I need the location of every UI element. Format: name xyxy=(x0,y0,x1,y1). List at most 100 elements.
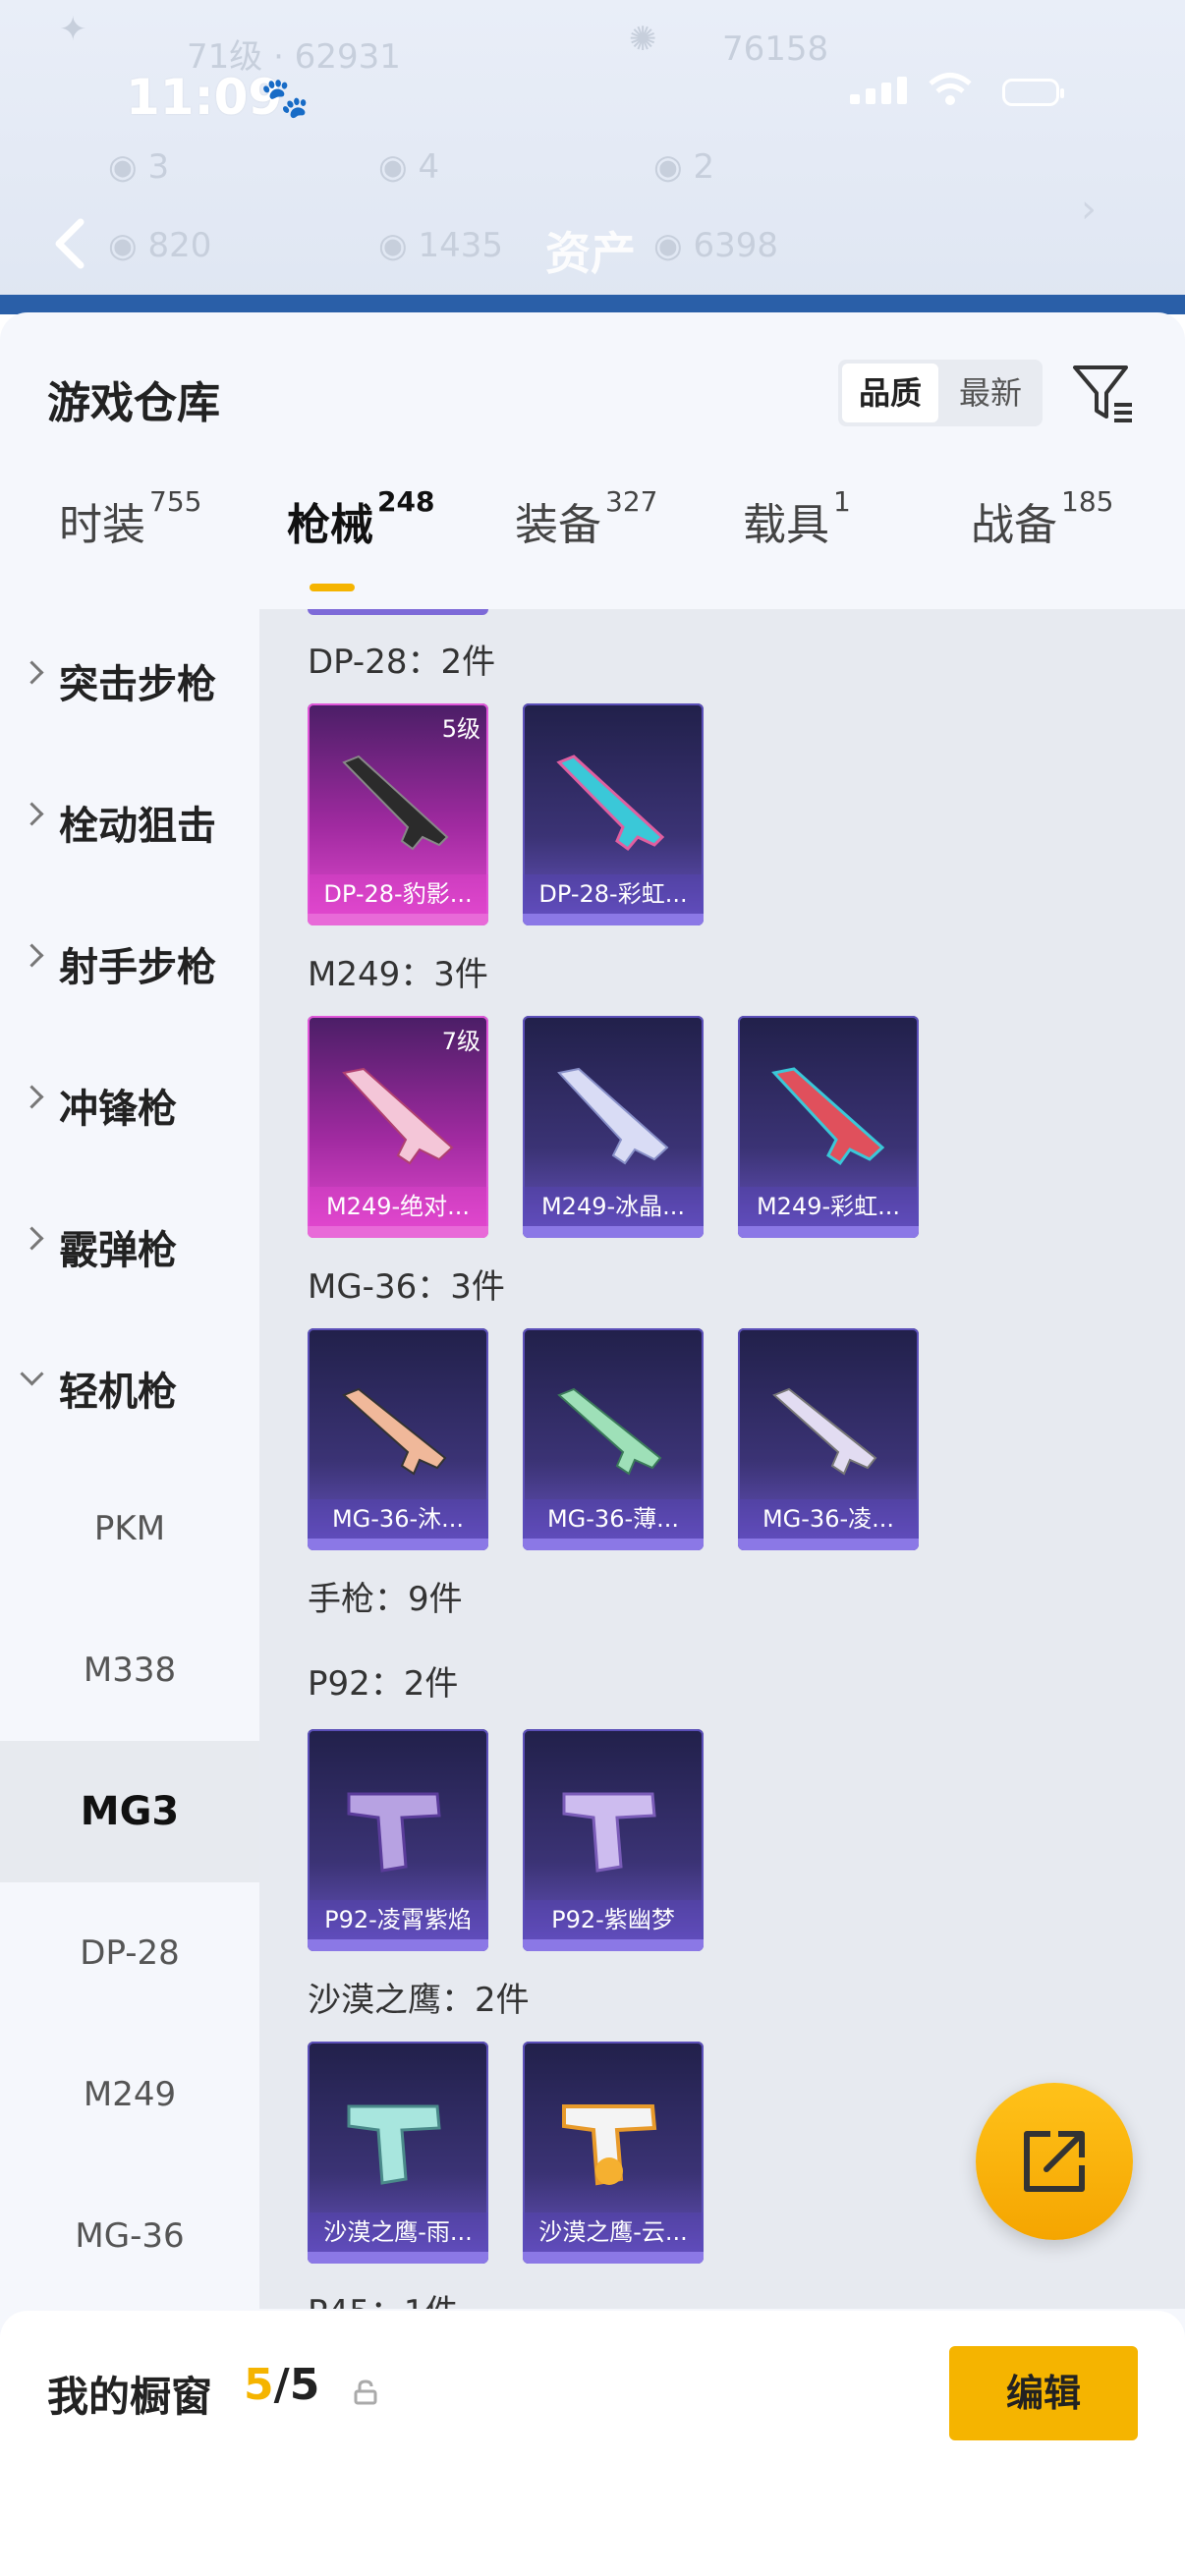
showcase-current: 5 xyxy=(244,2360,274,2410)
weapon-name: M249-绝对... xyxy=(308,1187,488,1226)
weapon-name: P92-凌霄紫焰 xyxy=(308,1900,488,1939)
sidebar-subitem-mg3[interactable]: MG3 xyxy=(0,1741,259,1882)
rifle-icon xyxy=(342,755,449,851)
weapon-name: M249-彩虹... xyxy=(738,1187,919,1226)
sidebar-subitem-m249[interactable]: M249 xyxy=(0,2024,259,2165)
rarity-band xyxy=(308,914,488,925)
chevron-right-icon xyxy=(20,1226,44,1251)
rifle-icon xyxy=(557,1387,662,1476)
rarity-band xyxy=(738,1539,919,1550)
showcase-count: 5/5 xyxy=(244,2360,319,2410)
rarity-band xyxy=(523,914,704,925)
weapon-name: M249-冰晶... xyxy=(523,1187,704,1226)
weapon-card[interactable]: P92-凌霄紫焰 xyxy=(308,1729,488,1951)
pistol-icon xyxy=(562,2104,657,2186)
blurred-stat: 76158 xyxy=(722,29,829,69)
rifle-icon xyxy=(556,755,665,852)
weapon-card[interactable]: 7级 M249-绝对... xyxy=(308,1016,488,1238)
lock-icon xyxy=(354,2380,377,2405)
blurred-stat: ◉ 4 xyxy=(378,147,440,187)
blurred-stat: ◉ 1435 xyxy=(378,226,504,265)
pistol-icon xyxy=(562,1792,656,1873)
weapon-list: DP-28：2件 5级 DP-28-豹影... DP-28-彩虹... M249… xyxy=(259,609,1185,2309)
paw-icon: 🐾 xyxy=(260,76,310,121)
header-title: 资产 xyxy=(545,227,636,280)
rarity-band xyxy=(523,1539,704,1550)
blurred-stat: ◉ 820 xyxy=(108,226,212,265)
rifle-icon xyxy=(772,1387,877,1476)
previous-card-edge xyxy=(308,609,488,615)
pistol-icon xyxy=(347,1792,441,1873)
tab-equipment[interactable]: 装备 327 xyxy=(515,485,657,552)
section-title: P45：1件 xyxy=(308,2285,458,2309)
chevron-right-icon xyxy=(20,660,44,685)
sidebar-subitem-dp28[interactable]: DP-28 xyxy=(0,1882,259,2024)
sidebar-item-lmg[interactable]: 轻机枪 xyxy=(0,1316,259,1458)
weapon-card[interactable]: 沙漠之鹰-雨... xyxy=(308,2042,488,2264)
wifi-icon xyxy=(929,73,972,105)
sidebar-item-shotgun[interactable]: 霰弹枪 xyxy=(0,1175,259,1316)
sidebar-item-bolt-sniper[interactable]: 栓动狙击 xyxy=(0,751,259,892)
sort-option-quality[interactable]: 品质 xyxy=(842,364,938,422)
rarity-band xyxy=(308,1939,488,1951)
rarity-band xyxy=(523,2252,704,2264)
tab-vehicles[interactable]: 载具 1 xyxy=(743,485,851,552)
weapon-card[interactable]: MG-36-沐... xyxy=(308,1328,488,1550)
chevron-right-icon xyxy=(20,802,44,826)
sidebar-subitem-m338[interactable]: M338 xyxy=(0,1599,259,1741)
cellular-signal-icon xyxy=(850,77,913,104)
panel-title: 游戏仓库 xyxy=(47,378,220,428)
active-tab-indicator xyxy=(310,584,355,591)
section-title: P92：2件 xyxy=(308,1664,459,1704)
share-button[interactable] xyxy=(976,2083,1133,2240)
level-badge: 5级 xyxy=(441,715,480,743)
rarity-band xyxy=(308,1539,488,1550)
weapon-card[interactable]: P92-紫幽梦 xyxy=(523,1729,704,1951)
weapon-name: 沙漠之鹰-云... xyxy=(523,2212,704,2252)
weapon-card[interactable]: 沙漠之鹰-云... xyxy=(523,2042,704,2264)
chevron-right-icon xyxy=(20,1085,44,1109)
tab-supplies[interactable]: 战备 185 xyxy=(971,485,1113,552)
section-title: 沙漠之鹰：2件 xyxy=(308,1981,530,2020)
tab-fashion[interactable]: 时装 755 xyxy=(59,485,201,552)
tab-guns[interactable]: 枪械 248 xyxy=(287,485,434,552)
level-badge: 7级 xyxy=(441,1028,480,1055)
blurred-avatar: ✦ xyxy=(59,10,87,49)
filter-icon[interactable] xyxy=(1071,362,1136,426)
section-title: M249：3件 xyxy=(308,955,488,994)
sort-option-latest[interactable]: 最新 xyxy=(942,364,1039,422)
showcase-total: /5 xyxy=(273,2360,320,2410)
weapon-name: MG-36-薄... xyxy=(523,1499,704,1539)
sidebar-item-marksman-rifle[interactable]: 射手步枪 xyxy=(0,892,259,1034)
weapon-card[interactable]: MG-36-凌... xyxy=(738,1328,919,1550)
weapon-card[interactable]: M249-冰晶... xyxy=(523,1016,704,1238)
status-time: 11:09 xyxy=(126,69,283,126)
weapon-card[interactable]: 5级 DP-28-豹影... xyxy=(308,703,488,925)
rarity-band xyxy=(308,2252,488,2264)
weapon-card[interactable]: MG-36-薄... xyxy=(523,1328,704,1550)
chevron-right-icon: › xyxy=(1081,187,1097,232)
section-title: 手枪：9件 xyxy=(308,1580,463,1619)
rifle-icon xyxy=(342,1387,447,1476)
sidebar-item-smg[interactable]: 冲锋枪 xyxy=(0,1034,259,1175)
weapon-card[interactable]: DP-28-彩虹... xyxy=(523,703,704,925)
weapon-card[interactable]: M249-彩虹... xyxy=(738,1016,919,1238)
rarity-band xyxy=(738,1226,919,1238)
rarity-band xyxy=(308,1226,488,1238)
edit-button[interactable]: 编辑 xyxy=(949,2346,1138,2440)
chevron-down-icon xyxy=(20,1362,44,1386)
battery-icon xyxy=(1002,79,1064,106)
sidebar-item-assault-rifle[interactable]: 突击步枪 xyxy=(0,609,259,751)
sort-toggle: 品质 最新 xyxy=(838,360,1043,426)
back-arrow-icon[interactable] xyxy=(49,216,88,271)
background-strip xyxy=(0,295,1185,314)
blurred-emblem: ✺ xyxy=(629,20,657,59)
showcase-label: 我的橱窗 xyxy=(47,2373,213,2421)
sidebar-subitem-mg36[interactable]: MG-36 xyxy=(0,2165,259,2307)
weapon-name: P92-紫幽梦 xyxy=(523,1900,704,1939)
rifle-icon xyxy=(557,1067,669,1165)
weapon-name: 沙漠之鹰-雨... xyxy=(308,2212,488,2252)
sidebar-subitem-pkm[interactable]: PKM xyxy=(0,1458,259,1599)
showcase-bar: 我的橱窗 5/5 编辑 xyxy=(0,2311,1185,2576)
category-tabs: 时装 755 枪械 248 装备 327 载具 1 战备 185 xyxy=(0,485,1185,588)
